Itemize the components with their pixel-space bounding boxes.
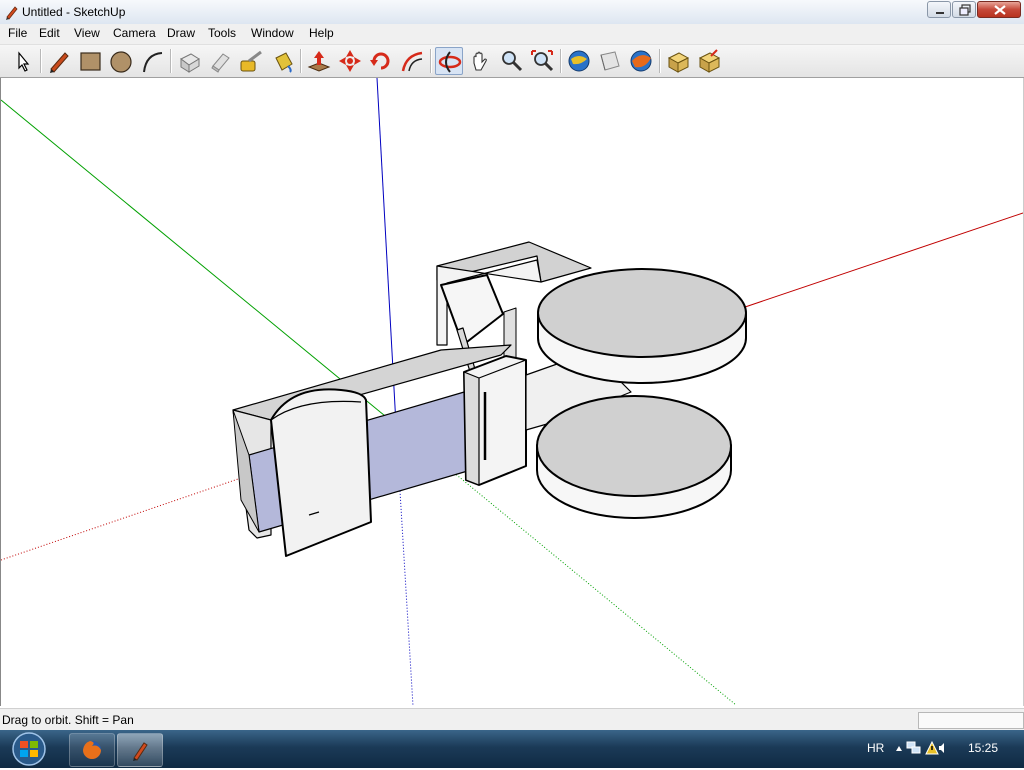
- push-pull-icon[interactable]: [305, 47, 333, 75]
- offset-icon[interactable]: [398, 47, 426, 75]
- volume-icon[interactable]: [939, 743, 944, 753]
- menu-file[interactable]: File: [6, 26, 29, 40]
- eraser-icon[interactable]: [206, 47, 234, 75]
- toolbar: [0, 45, 1024, 78]
- clock[interactable]: 15:25: [968, 741, 998, 755]
- component-warehouse-icon[interactable]: [664, 47, 692, 75]
- make-component-icon[interactable]: [175, 47, 203, 75]
- close-icon: [994, 5, 1006, 15]
- window-title: Untitled - SketchUp: [22, 5, 126, 19]
- sketchup-icon: [133, 742, 148, 761]
- zoom-icon[interactable]: [497, 47, 525, 75]
- circle-icon[interactable]: [107, 47, 135, 75]
- start-button[interactable]: [6, 731, 52, 767]
- google-earth-icon[interactable]: [627, 47, 655, 75]
- menu-bar: File Edit View Camera Draw Tools Window …: [0, 24, 1024, 45]
- rotate-icon[interactable]: [367, 47, 395, 75]
- rectangle-icon[interactable]: [76, 47, 104, 75]
- status-hint: Drag to orbit. Shift = Pan: [2, 713, 134, 727]
- zoom-extents-icon[interactable]: [528, 47, 556, 75]
- paint-bucket-icon[interactable]: [268, 47, 296, 75]
- restore-icon: [959, 4, 971, 16]
- show-hidden-icons-icon[interactable]: [895, 740, 903, 756]
- menu-edit[interactable]: Edit: [37, 26, 62, 40]
- firefox-icon: [83, 741, 101, 759]
- menu-window[interactable]: Window: [249, 26, 296, 40]
- menu-camera[interactable]: Camera: [111, 26, 158, 40]
- orbit-icon[interactable]: [435, 47, 463, 75]
- share-model-icon[interactable]: [596, 47, 624, 75]
- taskbar-sketchup[interactable]: [117, 733, 163, 767]
- taskbar: HR 15:25: [0, 730, 1024, 768]
- green-axis: [1, 99, 397, 426]
- get-models-icon[interactable]: [565, 47, 593, 75]
- select-icon[interactable]: [8, 47, 36, 75]
- taskbar-firefox[interactable]: [69, 733, 115, 767]
- model-canvas[interactable]: [1, 78, 1023, 706]
- pan-icon[interactable]: [466, 47, 494, 75]
- restore-button[interactable]: [952, 1, 976, 18]
- measurements-box[interactable]: [918, 712, 1024, 729]
- language-indicator[interactable]: HR: [867, 741, 884, 755]
- menu-draw[interactable]: Draw: [165, 26, 197, 40]
- windows-start-icon: [12, 732, 46, 766]
- menu-view[interactable]: View: [72, 26, 102, 40]
- sketchup-app-icon: [6, 6, 18, 20]
- share-component-icon[interactable]: [695, 47, 723, 75]
- move-icon[interactable]: [336, 47, 364, 75]
- tape-measure-icon[interactable]: [237, 47, 265, 75]
- menu-help[interactable]: Help: [307, 26, 336, 40]
- pencil-icon[interactable]: [45, 47, 73, 75]
- model-geometry: [232, 241, 747, 557]
- title-bar: Untitled - SketchUp: [0, 0, 1024, 25]
- minimize-button[interactable]: [927, 1, 951, 18]
- close-button[interactable]: [977, 1, 1021, 18]
- status-bar: Drag to orbit. Shift = Pan: [0, 708, 1024, 731]
- arc-icon[interactable]: [138, 47, 166, 75]
- menu-tools[interactable]: Tools: [206, 26, 238, 40]
- network-icon[interactable]: [906, 741, 921, 754]
- model-viewport[interactable]: [0, 78, 1024, 706]
- system-tray: [906, 738, 946, 761]
- minimize-icon: [936, 12, 944, 14]
- action-center-icon[interactable]: [925, 740, 939, 755]
